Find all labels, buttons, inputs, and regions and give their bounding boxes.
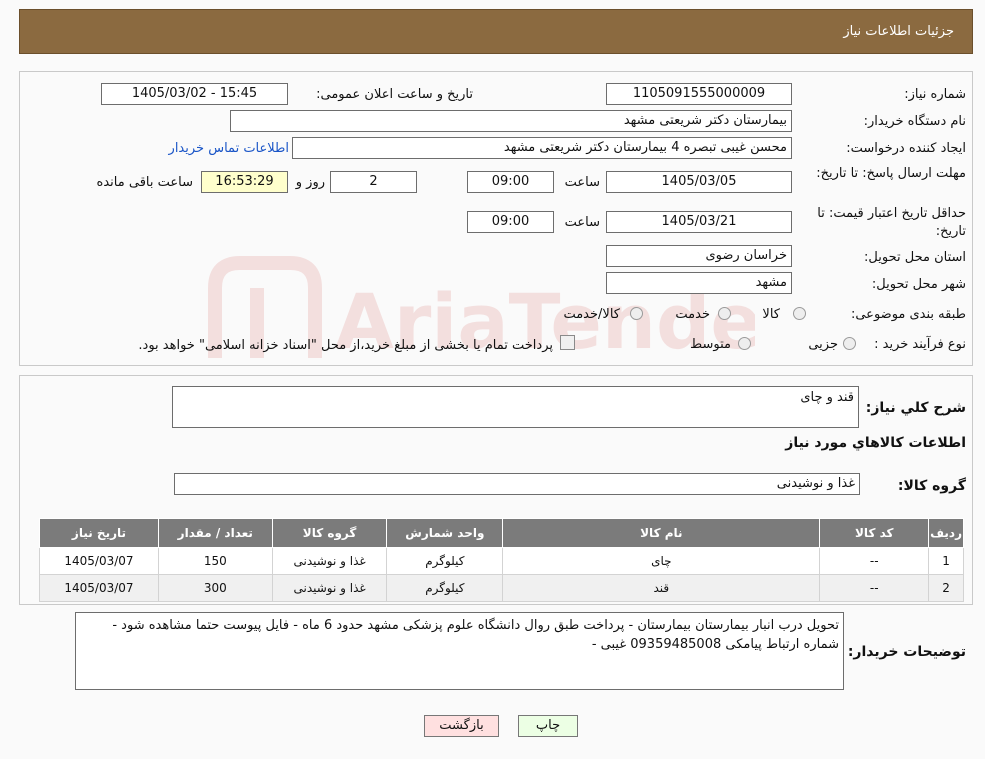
cell-date: 1405/03/07 [39, 547, 159, 575]
col-row: ردیف [928, 518, 964, 548]
table-row: 2 -- قند کیلوگرم غذا و نوشیدنی 300 1405/… [39, 574, 964, 602]
province-label: استان محل تحویل: [864, 250, 966, 265]
category-goods-radio[interactable] [793, 307, 806, 320]
buyer-contact-link[interactable]: اطلاعات تماس خریدار [169, 141, 289, 156]
process-minor-label: جزیی [808, 337, 838, 352]
validity-time-field: 09:00 [467, 211, 554, 233]
cell-unit: کیلوگرم [386, 547, 504, 575]
deadline-date-field: 1405/03/05 [606, 171, 792, 193]
deadline-time-label: ساعت [564, 175, 600, 190]
cell-name: قند [502, 574, 821, 602]
treasury-checkbox[interactable] [560, 335, 575, 350]
page-header: جزئیات اطلاعات نیاز [19, 9, 973, 54]
watermark-logo: AriaTender.neT [195, 248, 975, 378]
cell-qty: 150 [157, 547, 273, 575]
days-field: 2 [330, 171, 417, 193]
buyer-org-label: نام دستگاه خریدار: [863, 114, 966, 129]
province-field: خراسان رضوی [606, 245, 792, 267]
page-title: جزئیات اطلاعات نیاز [843, 24, 954, 39]
buyer-org-field: بیمارستان دکتر شریعتی مشهد [230, 110, 792, 132]
col-name: نام کالا [502, 518, 821, 548]
category-goods-label: کالا [762, 307, 780, 322]
cell-qty: 300 [157, 574, 273, 602]
goods-group-label: گروه کالا: [897, 478, 966, 494]
process-label: نوع فرآیند خرید : [874, 337, 966, 352]
col-unit: واحد شمارش [386, 518, 504, 548]
process-medium-label: متوسط [690, 337, 731, 352]
category-label: طبقه بندی موضوعی: [850, 307, 966, 322]
process-minor-radio[interactable] [843, 337, 856, 350]
general-desc-field[interactable]: قند و چای [172, 386, 859, 428]
need-number-label: شماره نیاز: [904, 87, 966, 102]
announce-label: تاریخ و ساعت اعلان عمومی: [316, 87, 473, 102]
cell-group: غذا و نوشیدنی [271, 547, 388, 575]
buyer-notes-field[interactable]: تحویل درب انبار بیمارستان بیمارستان - پر… [75, 612, 844, 690]
cell-unit: کیلوگرم [386, 574, 504, 602]
validity-time-label: ساعت [564, 215, 600, 230]
goods-table: ردیف کد کالا نام کالا واحد شمارش گروه کا… [39, 518, 964, 602]
cell-group: غذا و نوشیدنی [271, 574, 388, 602]
category-goods-service-label: کالا/خدمت [563, 307, 620, 322]
deadline-time-field: 09:00 [467, 171, 554, 193]
col-code: کد کالا [819, 518, 930, 548]
general-desc-label: شرح کلي نياز: [865, 400, 966, 416]
deadline-label: مهلت ارسال پاسخ: تا تاریخ: [816, 166, 966, 181]
cell-row: 2 [928, 574, 964, 602]
cell-row: 1 [928, 547, 964, 575]
validity-label: حداقل تاریخ اعتبار قیمت: تا تاریخ: [817, 206, 966, 239]
category-service-label: خدمت [675, 307, 710, 322]
city-field: مشهد [606, 272, 792, 294]
col-qty: تعداد / مقدار [157, 518, 273, 548]
category-service-radio[interactable] [718, 307, 731, 320]
remaining-time-field: 16:53:29 [201, 171, 288, 193]
remaining-label: ساعت باقی مانده [96, 175, 193, 190]
creator-field: محسن غیبی تبصره 4 بیمارستان دکتر شریعتی … [292, 137, 792, 159]
cell-date: 1405/03/07 [39, 574, 159, 602]
validity-date-field: 1405/03/21 [606, 211, 792, 233]
goods-info-title: اطلاعات کالاهاي مورد نياز [785, 435, 966, 451]
print-button[interactable]: چاپ [518, 715, 578, 737]
process-medium-radio[interactable] [738, 337, 751, 350]
city-label: شهر محل تحویل: [871, 277, 966, 292]
buyer-notes-label: توضیحات خریدار: [847, 644, 966, 660]
creator-label: ایجاد کننده درخواست: [846, 141, 966, 156]
back-button[interactable]: بازگشت [424, 715, 499, 737]
days-label: روز و [295, 175, 325, 190]
col-date: تاریخ نیاز [39, 518, 159, 548]
goods-group-field: غذا و نوشیدنی [174, 473, 860, 495]
table-header-row: ردیف کد کالا نام کالا واحد شمارش گروه کا… [39, 518, 964, 548]
table-row: 1 -- چای کیلوگرم غذا و نوشیدنی 150 1405/… [39, 547, 964, 575]
cell-code: -- [819, 547, 930, 575]
col-group: گروه کالا [271, 518, 388, 548]
cell-name: چای [502, 547, 821, 575]
treasury-note: پرداخت تمام یا بخشی از مبلغ خرید،از محل … [138, 338, 553, 353]
cell-code: -- [819, 574, 930, 602]
category-goods-service-radio[interactable] [630, 307, 643, 320]
need-number-field: 1105091555000009 [606, 83, 792, 105]
announce-field: 1405/03/02 - 15:45 [101, 83, 288, 105]
